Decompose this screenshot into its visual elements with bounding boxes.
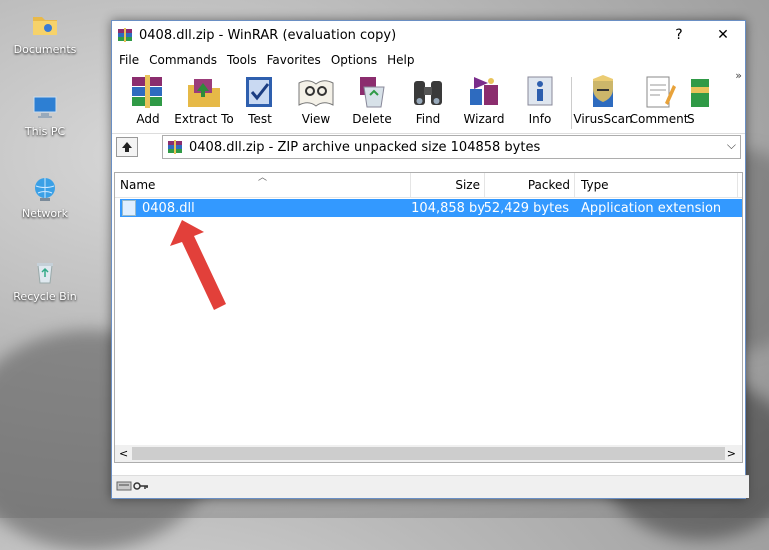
window-title: 0408.dll.zip - WinRAR (evaluation copy) bbox=[139, 27, 397, 43]
find-label: Find bbox=[415, 112, 441, 126]
menu-favorites[interactable]: Favorites bbox=[262, 53, 326, 67]
desktop-icon-label: Recycle Bin bbox=[13, 290, 77, 303]
column-packed[interactable]: Packed bbox=[485, 173, 575, 197]
test-checkmark-icon bbox=[246, 77, 272, 107]
sort-ascending-icon: ︿ bbox=[258, 173, 268, 183]
virusscan-label: VirusScan bbox=[573, 112, 633, 126]
address-field[interactable]: 0408.dll.zip - ZIP archive unpacked size… bbox=[162, 135, 741, 159]
address-dropdown-icon[interactable]: ⌵ bbox=[727, 138, 736, 153]
desktop-icon-label: Network bbox=[22, 207, 68, 220]
wizard-icon bbox=[470, 77, 498, 105]
zip-archive-icon bbox=[167, 139, 183, 155]
binoculars-icon bbox=[414, 81, 442, 105]
desktop-icon-label: This PC bbox=[24, 125, 66, 138]
toolbar-separator bbox=[571, 77, 572, 129]
folder-extract-icon bbox=[188, 79, 220, 107]
wizard-label: Wizard bbox=[463, 112, 505, 126]
documents-folder-icon bbox=[30, 10, 60, 40]
scroll-left-button[interactable]: < bbox=[119, 447, 128, 460]
delete-recycle-icon bbox=[360, 77, 385, 108]
books-stack-icon bbox=[132, 75, 162, 108]
menu-tools[interactable]: Tools bbox=[222, 53, 262, 67]
list-header: ︿ Name Size Packed Type bbox=[115, 173, 742, 198]
drive-key-icon bbox=[116, 480, 150, 495]
recycle-bin-icon bbox=[30, 257, 60, 287]
file-type: Application extension bbox=[581, 200, 722, 216]
virus-scan-icon bbox=[593, 75, 613, 107]
sfx-button[interactable]: S bbox=[687, 71, 709, 126]
menu-commands[interactable]: Commands bbox=[144, 53, 222, 67]
help-button[interactable]: ? bbox=[657, 21, 701, 49]
view-button[interactable]: View bbox=[288, 71, 344, 126]
extract-to-button[interactable]: Extract To bbox=[174, 71, 234, 126]
comment-button[interactable]: Comment bbox=[629, 71, 689, 126]
file-name-cell: 0408.dll bbox=[120, 199, 411, 217]
add-label: Add bbox=[136, 112, 160, 126]
desktop-icon-documents[interactable]: Documents bbox=[8, 10, 82, 56]
info-label: Info bbox=[528, 112, 552, 126]
status-bar bbox=[112, 475, 749, 498]
add-button[interactable]: Add bbox=[120, 71, 176, 126]
address-bar: 0408.dll.zip - ZIP archive unpacked size… bbox=[112, 133, 745, 160]
horizontal-scrollbar[interactable]: < > bbox=[115, 445, 742, 462]
view-label: View bbox=[301, 112, 331, 126]
title-bar[interactable]: 0408.dll.zip - WinRAR (evaluation copy) … bbox=[112, 21, 745, 49]
wizard-button[interactable]: Wizard bbox=[456, 71, 512, 126]
network-globe-icon bbox=[30, 174, 60, 204]
menu-file[interactable]: File bbox=[114, 53, 144, 67]
delete-button[interactable]: Delete bbox=[344, 71, 400, 126]
computer-icon bbox=[30, 92, 60, 122]
comment-label: Comment bbox=[629, 112, 689, 126]
dll-file-icon bbox=[122, 200, 136, 216]
info-button[interactable]: Info bbox=[512, 71, 568, 126]
desktop-icon-this-pc[interactable]: This PC bbox=[8, 92, 82, 138]
virusscan-button[interactable]: VirusScan bbox=[573, 71, 633, 126]
menu-bar: File Commands Tools Favorites Options He… bbox=[112, 49, 745, 71]
desktop-icon-label: Documents bbox=[13, 43, 77, 56]
sfx-icon bbox=[691, 79, 709, 107]
annotation-arrow bbox=[170, 220, 226, 310]
comment-pen-icon bbox=[646, 76, 676, 108]
menu-options[interactable]: Options bbox=[326, 53, 382, 67]
test-button[interactable]: Test bbox=[232, 71, 288, 126]
test-label: Test bbox=[248, 112, 272, 126]
column-size[interactable]: Size bbox=[411, 173, 485, 197]
address-text: 0408.dll.zip - ZIP archive unpacked size… bbox=[189, 139, 541, 155]
close-button[interactable]: ✕ bbox=[701, 21, 745, 49]
delete-label: Delete bbox=[352, 112, 392, 126]
find-button[interactable]: Find bbox=[400, 71, 456, 126]
file-packed: 52,429 bytes bbox=[485, 200, 569, 216]
menu-help[interactable]: Help bbox=[382, 53, 419, 67]
scrollbar-thumb[interactable] bbox=[132, 447, 725, 460]
winrar-app-icon bbox=[117, 27, 133, 43]
toolbar-overflow-icon[interactable]: » bbox=[735, 69, 742, 82]
file-size: 104,858 by bbox=[411, 200, 485, 216]
desktop-icon-recycle-bin[interactable]: Recycle Bin bbox=[8, 257, 82, 303]
toolbar: Add Extract To Test View Delete Find Wiz… bbox=[112, 69, 745, 133]
extract-to-label: Extract To bbox=[174, 112, 234, 126]
up-folder-button[interactable] bbox=[116, 137, 138, 157]
open-book-glasses-icon bbox=[298, 80, 334, 107]
up-arrow-icon bbox=[122, 142, 132, 152]
column-type[interactable]: Type bbox=[575, 173, 738, 197]
desktop-icon-network[interactable]: Network bbox=[8, 174, 82, 220]
info-icon bbox=[527, 76, 553, 106]
sfx-label: S bbox=[687, 112, 695, 126]
scroll-right-button[interactable]: > bbox=[727, 447, 736, 460]
